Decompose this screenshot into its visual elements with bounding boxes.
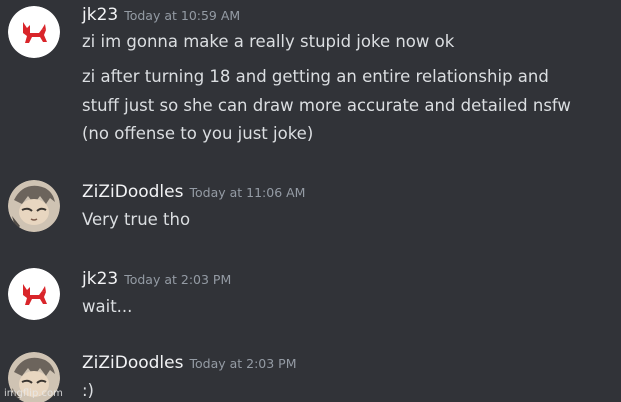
character-drawing-avatar [8, 180, 60, 232]
message-header: ZiZiDoodles Today at 11:06 AM [82, 182, 305, 202]
avatar[interactable] [8, 268, 60, 320]
red-fox-icon [8, 6, 60, 58]
timestamp[interactable]: Today at 11:06 AM [189, 185, 305, 200]
message-text: zi after turning 18 and getting an entir… [82, 67, 549, 86]
chat-log: jk23 Today at 10:59 AM zi im gonna make a… [0, 0, 621, 402]
message-text: (no offense to you just joke) [82, 124, 314, 143]
message-text: :) [82, 381, 94, 400]
timestamp[interactable]: Today at 10:59 AM [124, 8, 240, 23]
message-text: zi im gonna make a really stupid joke no… [82, 32, 455, 51]
message-header: jk23 Today at 10:59 AM [82, 5, 240, 25]
message-group: jk23 Today at 10:59 AM zi im gonna make a… [0, 0, 621, 160]
message-group: ZiZiDoodles Today at 2:03 PM :) [0, 345, 621, 402]
username[interactable]: jk23 [82, 5, 118, 25]
watermark: imgflip.com [4, 388, 63, 399]
red-fox-icon [8, 268, 60, 320]
message-group: jk23 Today at 2:03 PM wait... [0, 262, 621, 332]
timestamp[interactable]: Today at 2:03 PM [189, 356, 296, 371]
username[interactable]: ZiZiDoodles [82, 182, 183, 202]
message-header: jk23 Today at 2:03 PM [82, 269, 231, 289]
avatar[interactable] [8, 6, 60, 58]
message-header: ZiZiDoodles Today at 2:03 PM [82, 353, 297, 373]
message-text: Very true tho [82, 210, 191, 229]
timestamp[interactable]: Today at 2:03 PM [124, 272, 231, 287]
message-text: wait... [82, 297, 133, 316]
message-group: ZiZiDoodles Today at 11:06 AM Very true t… [0, 172, 621, 247]
message-text: stuff just so she can draw more accurate… [82, 96, 571, 115]
avatar[interactable] [8, 180, 60, 232]
username[interactable]: jk23 [82, 269, 118, 289]
username[interactable]: ZiZiDoodles [82, 353, 183, 373]
